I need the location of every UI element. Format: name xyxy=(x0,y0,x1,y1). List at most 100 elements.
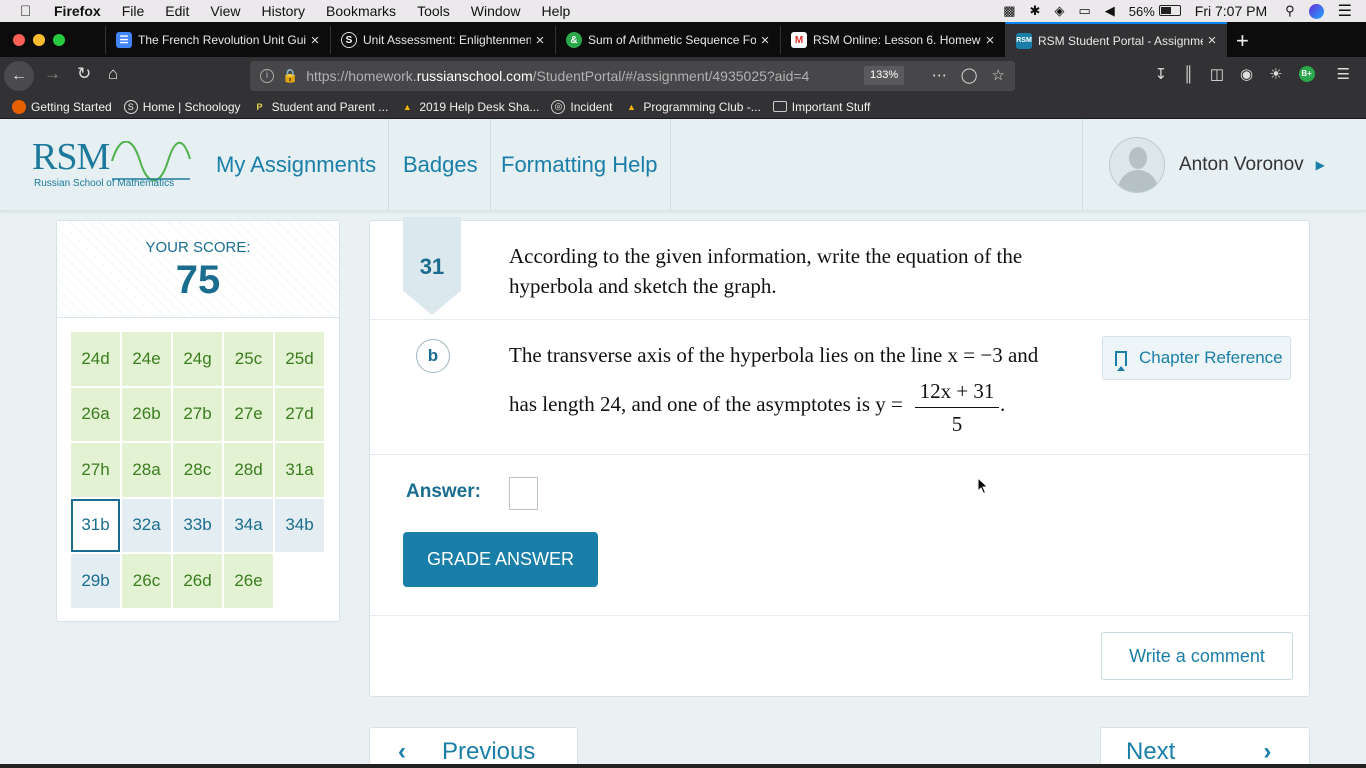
pocket-icon[interactable]: ◯ xyxy=(961,66,978,84)
battery-status[interactable]: 56% xyxy=(1129,4,1181,19)
close-tab-icon[interactable]: × xyxy=(981,32,999,49)
grade-answer-button[interactable]: GRADE ANSWER xyxy=(403,532,598,587)
close-tab-icon[interactable]: × xyxy=(531,32,549,49)
nav-badges[interactable]: Badges xyxy=(391,119,491,211)
user-menu[interactable]: Anton Voronov ▶ xyxy=(1082,119,1366,211)
problem-cell-28a[interactable]: 28a xyxy=(122,443,171,497)
page-actions: ⋯ ◯ ☆ xyxy=(932,66,1005,84)
fraction-bar xyxy=(915,407,999,408)
problem-cell-34a[interactable]: 34a xyxy=(224,498,273,552)
menu-file[interactable]: File xyxy=(122,3,145,19)
menu-help[interactable]: Help xyxy=(542,3,571,19)
problem-cell-27b[interactable]: 27b xyxy=(173,387,222,441)
menu-edit[interactable]: Edit xyxy=(165,3,189,19)
write-comment-button[interactable]: Write a comment xyxy=(1101,632,1293,680)
forward-icon[interactable]: → xyxy=(44,64,61,84)
problem-cell-26e[interactable]: 26e xyxy=(224,554,273,608)
tab-rsm-online-lesson[interactable]: M RSM Online: Lesson 6. Homewo × xyxy=(780,26,1005,54)
problem-cell-26a[interactable]: 26a xyxy=(71,387,120,441)
close-tab-icon[interactable]: × xyxy=(306,32,324,49)
close-tab-icon[interactable]: × xyxy=(756,32,774,49)
menu-view[interactable]: View xyxy=(210,3,240,19)
tab-french-revolution[interactable]: ☰ The French Revolution Unit Gui × xyxy=(105,26,330,54)
account-icon[interactable]: ◉ xyxy=(1240,65,1253,83)
bookmark-getting-started[interactable]: Getting Started xyxy=(12,99,112,114)
reload-icon[interactable]: ↻ xyxy=(77,64,91,84)
bookmark-star-icon[interactable]: ☆ xyxy=(992,66,1005,84)
sidebar-icon[interactable]: ◫ xyxy=(1210,65,1224,83)
close-window-icon[interactable] xyxy=(13,34,25,46)
menu-app[interactable]: Firefox xyxy=(54,3,101,19)
apple-icon[interactable]:  xyxy=(20,3,38,20)
problem-cell-33b[interactable]: 33b xyxy=(173,498,222,552)
bookmark-student-parent[interactable]: P Student and Parent ... xyxy=(253,100,389,114)
problem-cell-25d[interactable]: 25d xyxy=(275,332,324,386)
bluetooth-icon[interactable]: ✱ xyxy=(1030,3,1041,19)
url-text[interactable]: https://homework.russianschool.com/Stude… xyxy=(306,68,809,84)
menu-bookmarks[interactable]: Bookmarks xyxy=(326,3,396,19)
bookmark-help-desk[interactable]: ▲ 2019 Help Desk Sha... xyxy=(400,100,540,114)
answer-input[interactable] xyxy=(509,477,538,510)
problem-cell-31b[interactable]: 31b xyxy=(71,498,120,552)
wifi-icon[interactable]: ◈ xyxy=(1054,3,1064,19)
next-button[interactable]: Next › xyxy=(1100,727,1310,768)
url-path: /StudentPortal/#/assignment/4935025?aid=… xyxy=(532,68,810,84)
zoom-level[interactable]: 133% xyxy=(864,66,905,85)
score-value: 75 xyxy=(175,258,221,302)
problem-cell-24e[interactable]: 24e xyxy=(122,332,171,386)
docs-icon: ☰ xyxy=(116,32,132,48)
bookmark-programming-club[interactable]: ▲ Programming Club -... xyxy=(624,100,761,114)
problem-cell-26c[interactable]: 26c xyxy=(122,554,171,608)
clock[interactable]: Fri 7:07 PM xyxy=(1195,3,1267,19)
home-icon[interactable]: ⌂ xyxy=(108,64,118,84)
grammarly-icon[interactable]: B+ xyxy=(1298,66,1315,82)
close-tab-icon[interactable]: × xyxy=(1203,32,1221,49)
new-tab-icon[interactable]: + xyxy=(1236,28,1249,54)
menu-window[interactable]: Window xyxy=(471,3,521,19)
problem-cell-25c[interactable]: 25c xyxy=(224,332,273,386)
nav-my-assignments[interactable]: My Assignments xyxy=(204,119,390,211)
previous-button[interactable]: ‹ Previous xyxy=(369,727,578,768)
minimize-window-icon[interactable] xyxy=(33,34,45,46)
lock-icon[interactable]: 🔒 xyxy=(282,68,298,84)
back-icon[interactable]: ← xyxy=(4,61,34,91)
menu-tools[interactable]: Tools xyxy=(417,3,450,19)
library-icon[interactable]: ║ xyxy=(1183,66,1194,83)
tab-unit-assessment[interactable]: S Unit Assessment: Enlightenmen × xyxy=(330,26,555,54)
extension-icon[interactable]: ☀ xyxy=(1269,65,1282,83)
bookmark-schoology[interactable]: S Home | Schoology xyxy=(123,99,241,114)
problem-cell-26d[interactable]: 26d xyxy=(173,554,222,608)
notification-center-icon[interactable]: ☰ xyxy=(1338,1,1352,21)
download-icon[interactable]: ↧ xyxy=(1155,65,1168,83)
problem-cell-24d[interactable]: 24d xyxy=(71,332,120,386)
bookmark-important-stuff[interactable]: Important Stuff xyxy=(772,100,870,114)
rsm-logo[interactable]: RSM Russian School of Mathematics xyxy=(32,135,192,195)
problem-cell-26b[interactable]: 26b xyxy=(122,387,171,441)
spotlight-icon[interactable]: ⚲ xyxy=(1285,3,1295,19)
volume-icon[interactable]: ◀ xyxy=(1105,3,1115,19)
nav-formatting-help[interactable]: Formatting Help xyxy=(489,119,671,211)
tab-arithmetic-sequence[interactable]: & Sum of Arithmetic Sequence Fo × xyxy=(555,26,780,54)
problem-cell-31a[interactable]: 31a xyxy=(275,443,324,497)
bookmark-incident[interactable]: ◎ Incident xyxy=(551,99,612,114)
menu-history[interactable]: History xyxy=(261,3,305,19)
menu-icon[interactable]: ☰ xyxy=(1337,65,1350,83)
siri-icon[interactable] xyxy=(1308,3,1324,19)
problem-cell-27d[interactable]: 27d xyxy=(275,387,324,441)
problem-cell-28d[interactable]: 28d xyxy=(224,443,273,497)
problem-cell-29b[interactable]: 29b xyxy=(71,554,120,608)
info-icon[interactable]: i xyxy=(260,69,274,83)
chapter-reference-button[interactable]: Chapter Reference xyxy=(1102,336,1291,380)
problem-cell-27h[interactable]: 27h xyxy=(71,443,120,497)
problem-cell-28c[interactable]: 28c xyxy=(173,443,222,497)
more-actions-icon[interactable]: ⋯ xyxy=(932,66,947,84)
problem-cell-27e[interactable]: 27e xyxy=(224,387,273,441)
zoom-window-icon[interactable] xyxy=(53,34,65,46)
tab-rsm-student-portal[interactable]: RSM RSM Student Portal - Assignme × xyxy=(1005,22,1227,57)
package-icon[interactable]: ▩ xyxy=(1003,3,1015,19)
problem-cell-34b[interactable]: 34b xyxy=(275,498,324,552)
problem-cell-32a[interactable]: 32a xyxy=(122,498,171,552)
url-bar[interactable]: i 🔒 https://homework.russianschool.com/S… xyxy=(250,61,1015,91)
airplay-icon[interactable]: ▭ xyxy=(1078,3,1090,19)
problem-cell-24g[interactable]: 24g xyxy=(173,332,222,386)
